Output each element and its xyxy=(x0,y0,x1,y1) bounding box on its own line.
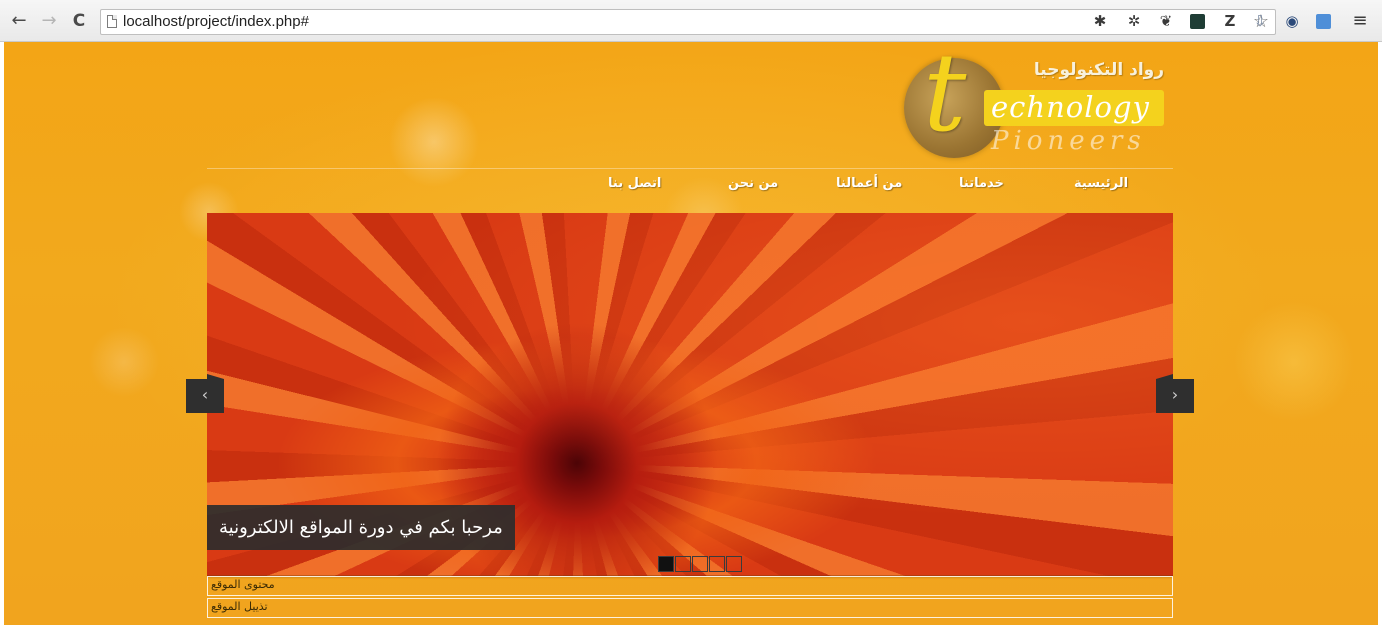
puzzle-icon[interactable]: ✱ xyxy=(1090,10,1110,32)
screen-icon[interactable] xyxy=(1316,14,1331,29)
content-label: محتوى الموقع xyxy=(211,578,275,591)
chrome-menu-icon[interactable]: ≡ xyxy=(1350,10,1370,32)
header-divider xyxy=(207,168,1173,169)
menu-item-home[interactable]: الرئيسية xyxy=(1074,176,1128,191)
menu-item-contact[interactable]: اتصل بنا xyxy=(608,176,661,191)
slider-dot[interactable] xyxy=(658,556,674,572)
logo-word-technology: echnology xyxy=(991,90,1150,124)
menu-item-services[interactable]: خدماتنا xyxy=(959,176,1004,191)
main-menu: الرئيسية خدماتنا من أعمالنا من نحن اتصل … xyxy=(564,176,1174,202)
page-viewport: t رواد التكنولوجيا echnology Pioneers ال… xyxy=(4,42,1378,625)
slider-dot[interactable] xyxy=(709,556,725,572)
menu-item-portfolio[interactable]: من أعمالنا xyxy=(836,176,902,191)
forward-button[interactable]: → xyxy=(38,8,60,34)
slide-caption: مرحبا بكم في دورة المواقع الالكترونية xyxy=(207,505,515,550)
content-section: محتوى الموقع xyxy=(207,576,1173,596)
bug-icon[interactable]: ✲ xyxy=(1124,10,1144,32)
footer-section: تذييل الموقع xyxy=(207,598,1173,618)
reload-button[interactable]: C xyxy=(68,8,90,34)
logo-word-pioneers: Pioneers xyxy=(991,126,1146,156)
slider-pagination xyxy=(658,556,742,572)
z-extension-icon[interactable]: Z xyxy=(1220,10,1240,32)
slider-dot[interactable] xyxy=(726,556,742,572)
dark-app-icon[interactable] xyxy=(1190,14,1205,29)
logo-arabic-text: رواد التكنولوجيا xyxy=(1033,60,1164,80)
logo-letter: t xyxy=(923,42,967,156)
slider-next-button[interactable]: › xyxy=(1156,374,1194,413)
paw-icon[interactable]: ❦ xyxy=(1156,10,1176,32)
menu-item-about[interactable]: من نحن xyxy=(728,176,778,191)
download-icon[interactable]: ⇩ xyxy=(1250,10,1270,32)
slider-dot[interactable] xyxy=(675,556,691,572)
site-logo[interactable]: t رواد التكنولوجيا echnology Pioneers xyxy=(899,42,1174,165)
url-text[interactable]: localhost/project/index.php# xyxy=(123,13,309,30)
camera-icon[interactable]: ◉ xyxy=(1282,10,1302,32)
footer-label: تذييل الموقع xyxy=(211,600,268,613)
slider-dot[interactable] xyxy=(692,556,708,572)
page-icon xyxy=(107,15,117,28)
slider-prev-button[interactable]: ‹ xyxy=(186,374,224,413)
back-button[interactable]: ← xyxy=(8,8,30,34)
browser-toolbar: ← → C localhost/project/index.php# ☆ ✱ ✲… xyxy=(0,0,1382,42)
